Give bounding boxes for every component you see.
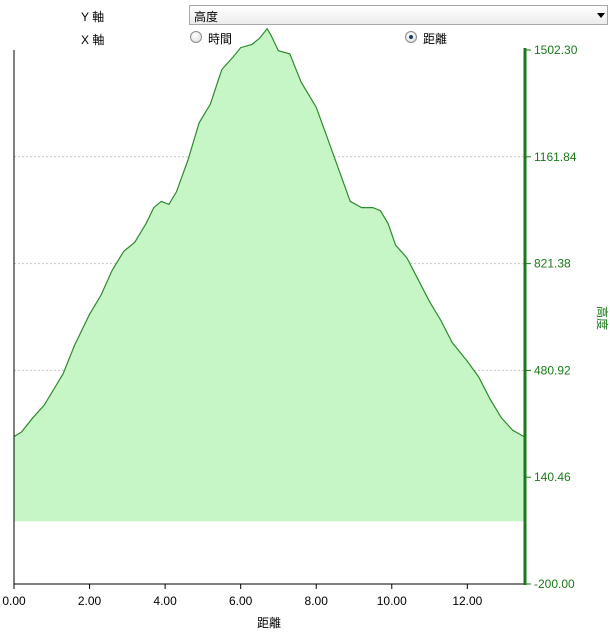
y-tick-label: 821.38: [534, 257, 571, 271]
y-axis-title: 高度: [595, 306, 610, 330]
x-axis-title: 距離: [257, 616, 281, 630]
y-tick-label: 1161.84: [534, 150, 577, 164]
elevation-fill: [14, 28, 524, 522]
y-tick-label: -200.00: [534, 577, 575, 591]
x-tick-label: 2.00: [78, 594, 102, 608]
x-tick-label: 8.00: [305, 594, 329, 608]
x-tick-label: 10.00: [377, 594, 407, 608]
y-tick-label: 480.92: [534, 363, 571, 377]
elevation-area: [13, 27, 525, 522]
y-tick-label: 1502.30: [534, 43, 578, 57]
x-tick-label: 12.00: [452, 594, 482, 608]
y-axis-ticks: -200.00 140.46 480.92 821.38 1161.84 1502.30: [526, 43, 578, 591]
x-axis-ticks: 0.00 2.00 4.00 6.00 8.00 10.00 12.00: [2, 584, 483, 608]
elevation-chart: 0.00 2.00 4.00 6.00 8.00 10.00 12.00 -200.00 14…: [2, 27, 610, 630]
x-tick-label: 6.00: [229, 594, 253, 608]
x-tick-label: 4.00: [153, 594, 177, 608]
y-tick-label: 140.46: [534, 470, 571, 484]
x-tick-label: 0.00: [2, 594, 26, 608]
